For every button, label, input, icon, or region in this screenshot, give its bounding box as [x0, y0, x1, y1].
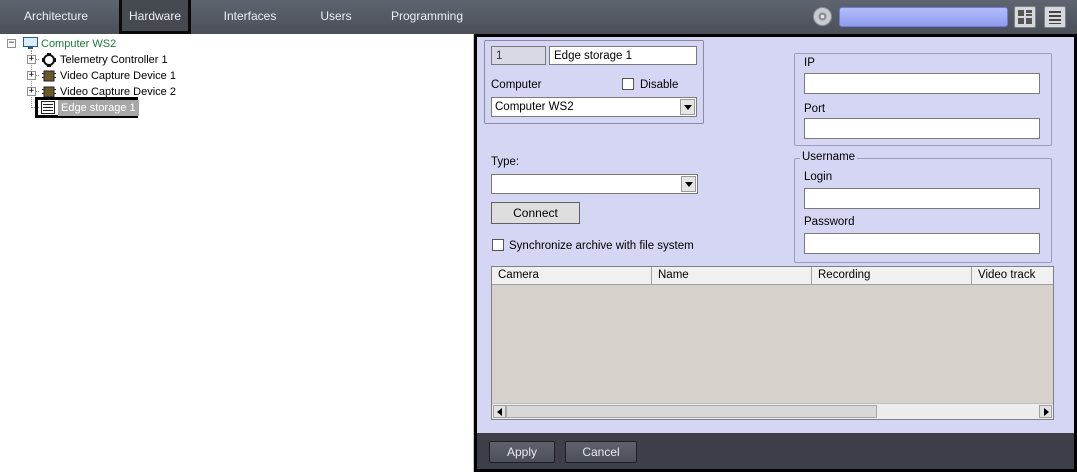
login-field[interactable] [804, 188, 1040, 209]
password-label: Password [804, 216, 855, 228]
tree-item-video-capture-1[interactable]: Video Capture Device 1 [60, 68, 176, 84]
hardware-tree: − Computer WS2 + Telemetry Controller 1 … [0, 34, 474, 472]
menu-list-glyph [1049, 11, 1061, 24]
apply-button[interactable]: Apply [489, 441, 555, 463]
cancel-button[interactable]: Cancel [565, 441, 637, 463]
computer-select-value: Computer WS2 [495, 101, 574, 113]
expand-toggle[interactable]: + [27, 71, 36, 80]
username-group-title: Username [800, 151, 858, 163]
ip-field[interactable] [804, 73, 1040, 94]
camera-table: Camera Name Recording Video track [491, 266, 1054, 420]
gear-icon[interactable] [813, 7, 832, 26]
object-name-field[interactable] [549, 46, 697, 65]
tree-item-computer[interactable]: Computer WS2 [41, 36, 116, 52]
ip-label: IP [804, 57, 815, 69]
tree-item-edge-storage[interactable]: Edge storage 1 [58, 100, 139, 116]
expand-toggle[interactable]: + [27, 87, 36, 96]
tab-users[interactable]: Users [306, 0, 366, 34]
column-header-name[interactable]: Name [652, 267, 812, 285]
menu-list-icon[interactable] [1044, 6, 1066, 28]
disable-label: Disable [640, 79, 679, 91]
login-label: Login [804, 171, 833, 183]
chevron-down-icon[interactable] [681, 176, 696, 192]
gear-icon-glyph [818, 12, 827, 21]
port-label: Port [804, 103, 826, 115]
storage-icon [41, 101, 55, 114]
column-header-camera[interactable]: Camera [492, 267, 652, 285]
computer-select[interactable]: Computer WS2 [491, 97, 697, 117]
tab-programming[interactable]: Programming [386, 0, 468, 34]
tab-architecture[interactable]: Architecture [8, 0, 104, 34]
type-select[interactable] [491, 174, 698, 194]
scroll-right-icon[interactable] [1039, 405, 1052, 418]
object-id-field [491, 46, 546, 65]
layout-grid-icon[interactable] [1014, 6, 1036, 28]
disable-checkbox[interactable] [622, 78, 634, 90]
tab-hardware[interactable]: Hardware [119, 0, 191, 34]
layout-grid-glyph [1018, 10, 1032, 24]
sync-archive-checkbox[interactable] [492, 239, 504, 251]
action-bar: Apply Cancel [477, 433, 1074, 469]
password-field[interactable] [804, 233, 1040, 254]
chip-icon [42, 70, 56, 82]
scrollbar-thumb[interactable] [506, 405, 877, 418]
connect-button[interactable]: Connect [491, 202, 580, 224]
monitor-icon [23, 37, 38, 49]
column-header-recording[interactable]: Recording [812, 267, 972, 285]
search-input[interactable] [839, 7, 1008, 27]
computer-label: Computer [491, 79, 542, 91]
collapse-toggle[interactable]: − [7, 39, 16, 48]
expand-toggle[interactable]: + [27, 55, 36, 64]
chevron-down-icon[interactable] [680, 99, 695, 115]
settings-panel: Computer Disable Computer WS2 Type: Conn… [474, 34, 1077, 472]
top-navigation-bar: Architecture Hardware Interfaces Users P… [0, 0, 1077, 34]
column-header-video-track[interactable]: Video track [972, 267, 1053, 285]
port-field[interactable] [804, 118, 1040, 139]
horizontal-scrollbar[interactable] [492, 403, 1053, 419]
tab-interfaces[interactable]: Interfaces [214, 0, 286, 34]
scroll-left-icon[interactable] [493, 405, 506, 418]
telemetry-icon [42, 53, 56, 67]
tree-item-telemetry-controller[interactable]: Telemetry Controller 1 [60, 52, 168, 68]
sync-archive-label: Synchronize archive with file system [509, 240, 694, 252]
type-label: Type: [491, 156, 520, 168]
